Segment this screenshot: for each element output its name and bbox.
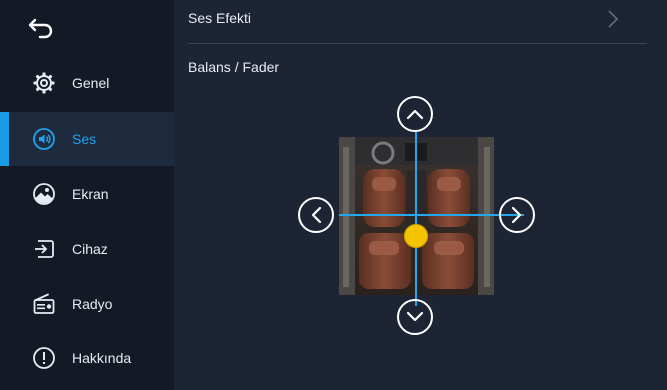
sidebar-item-label: Genel [72,75,110,91]
gear-icon [32,71,56,95]
sidebar-item-ekran[interactable]: Ekran [0,167,174,221]
sidebar-item-label: Ses [72,131,97,147]
sound-effect-label: Ses Efekti [188,10,252,26]
fader-guide-line [415,130,417,306]
sidebar-item-label: Hakkında [72,350,132,366]
balance-fader-handle[interactable] [404,224,428,248]
chevron-left-icon [311,206,322,224]
speaker-icon [32,127,56,151]
display-icon [32,182,56,206]
sidebar-item-genel[interactable]: Genel [0,56,174,110]
sidebar: Genel Ses Ekran Cihaz Radyo Hakkında [0,0,174,390]
balance-guide-line [339,214,524,216]
device-input-icon [32,237,56,261]
sidebar-item-label: Cihaz [72,241,108,257]
balance-right-button[interactable] [499,197,535,233]
fader-front-button[interactable] [397,96,433,132]
sidebar-item-hakkinda[interactable]: Hakkında [0,331,174,385]
sidebar-item-label: Ekran [72,186,109,202]
radio-icon [32,292,56,316]
chevron-right-icon [608,10,619,28]
divider [188,43,647,44]
sidebar-item-cihaz[interactable]: Cihaz [0,222,174,276]
main-panel: Ses Efekti Balans / Fader [174,0,667,390]
sidebar-item-label: Radyo [72,296,113,312]
chevron-up-icon [406,109,424,120]
section-title: Balans / Fader [188,59,280,75]
chevron-right-icon [511,206,522,224]
chevron-down-icon [406,311,424,322]
fader-rear-button[interactable] [397,299,433,335]
info-icon [32,346,56,370]
sidebar-item-ses[interactable]: Ses [0,112,174,166]
balance-left-button[interactable] [298,197,334,233]
sidebar-item-radyo[interactable]: Radyo [0,277,174,331]
back-button[interactable] [0,0,174,56]
back-arrow-icon [28,18,53,39]
